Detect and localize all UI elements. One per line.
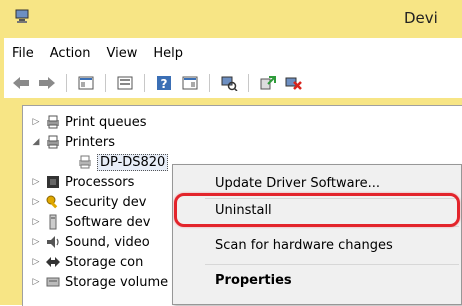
printer-device-icon [79, 155, 91, 169]
print-queue-icon [47, 115, 59, 129]
tree-item-print-queues[interactable]: ▷ Print queues [29, 112, 147, 132]
tree-item-dp-ds820[interactable]: DP-DS820 [75, 152, 169, 172]
software-device-icon [49, 214, 57, 230]
tree-item-software-devices[interactable]: ▷ Software dev [29, 212, 150, 232]
window-title: Devi [404, 9, 438, 27]
expand-arrow-icon[interactable]: ▷ [29, 217, 43, 227]
show-hide-action-pane-icon[interactable] [179, 73, 201, 93]
context-menu: Update Driver Software... Uninstall Scan… [172, 164, 462, 305]
menu-item-update-driver[interactable]: Update Driver Software... [173, 171, 461, 195]
tree-item-label: Sound, video [65, 234, 150, 250]
menu-item-properties[interactable]: Properties [173, 268, 461, 292]
sound-icon [47, 236, 59, 248]
uninstall-device-icon[interactable] [283, 73, 305, 93]
menu-view[interactable]: View [98, 46, 145, 61]
menu-action[interactable]: Action [42, 46, 99, 61]
storage-controller-icon [46, 257, 60, 267]
update-driver-icon[interactable] [257, 73, 279, 93]
expand-arrow-icon[interactable]: ▷ [29, 257, 43, 267]
toolbar: ? [4, 68, 462, 98]
toolbar-separator [66, 74, 67, 92]
menu-separator [205, 264, 459, 265]
scan-hardware-icon[interactable] [218, 73, 240, 93]
storage-volume-icon [46, 277, 60, 287]
toolbar-separator [248, 74, 249, 92]
tree-item-sound-video[interactable]: ▷ Sound, video [29, 232, 150, 252]
expand-arrow-icon[interactable]: ▷ [29, 117, 43, 127]
back-icon[interactable] [10, 73, 32, 93]
tree-item-storage-controllers[interactable]: ▷ Storage con [29, 252, 144, 272]
toolbar-separator [209, 74, 210, 92]
toolbar-separator [144, 74, 145, 92]
tree-item-label: Security dev [65, 194, 147, 210]
menu-file[interactable]: File [4, 46, 42, 61]
tree-item-label: Print queues [65, 114, 147, 130]
tree-item-label: Printers [65, 134, 116, 150]
properties-icon[interactable] [114, 73, 136, 93]
uninstall-highlight-ring [174, 193, 460, 227]
expand-arrow-icon[interactable]: ▷ [29, 197, 43, 207]
menu-item-scan-hardware[interactable]: Scan for hardware changes [173, 233, 461, 257]
expand-arrow-icon[interactable]: ▷ [29, 237, 43, 247]
show-hide-console-tree-icon[interactable] [75, 73, 97, 93]
device-manager-icon [15, 9, 29, 23]
tree-item-processors[interactable]: ▷ Processors [29, 172, 135, 192]
expand-arrow-icon[interactable]: ▷ [29, 277, 43, 287]
menu-bar: File Action View Help [4, 38, 462, 68]
svg-text:?: ? [161, 77, 168, 91]
tree-item-security-devices[interactable]: ▷ Security dev [29, 192, 147, 212]
expand-arrow-icon[interactable]: ▷ [29, 177, 43, 187]
security-device-icon [46, 195, 58, 209]
help-icon[interactable]: ? [153, 73, 175, 93]
processor-icon [47, 176, 59, 188]
tree-item-label: Storage con [65, 254, 144, 270]
tree-item-label: DP-DS820 [97, 153, 169, 171]
forward-icon[interactable] [36, 73, 58, 93]
title-bar[interactable]: Devi [0, 0, 462, 38]
printer-icon [47, 135, 59, 149]
tree-item-label: Software dev [65, 214, 151, 230]
tree-item-printers[interactable]: ◢ Printers [29, 132, 116, 152]
tree-item-label: Processors [65, 174, 135, 190]
menu-help[interactable]: Help [145, 46, 191, 61]
collapse-arrow-icon[interactable]: ◢ [29, 137, 43, 147]
toolbar-separator [105, 74, 106, 92]
